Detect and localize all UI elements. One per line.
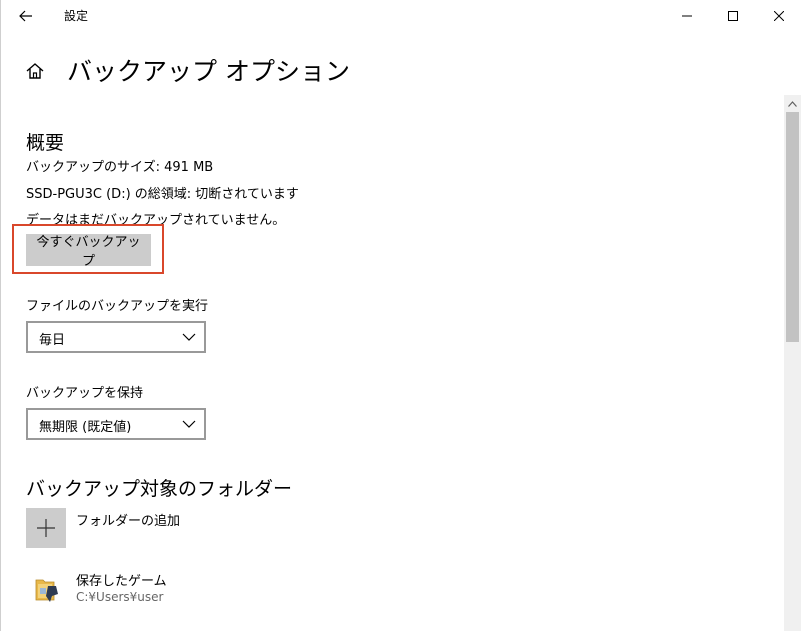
add-folder-button[interactable] <box>26 508 66 548</box>
folders-heading: バックアップ対象のフォルダー <box>26 478 293 500</box>
page-title: バックアップ オプション <box>67 57 350 86</box>
chevron-up-icon <box>788 100 797 107</box>
backup-size-text: バックアップのサイズ: 491 MB <box>26 160 214 175</box>
retention-dropdown[interactable]: 無期限 (既定値) <box>26 408 206 440</box>
chevron-down-icon <box>182 420 196 428</box>
saved-games-folder-icon[interactable] <box>34 574 60 604</box>
close-icon <box>774 11 784 21</box>
title-bar: 設定 <box>1 0 801 32</box>
back-button[interactable] <box>9 2 43 30</box>
minimize-icon <box>682 15 692 17</box>
settings-window: 設定 バックアップ オプション 概要 バックアップのサイズ: 491 MB SS… <box>0 0 801 631</box>
plus-icon <box>37 519 55 537</box>
retention-label: バックアップを保持 <box>26 386 144 401</box>
vertical-scrollbar[interactable] <box>784 95 801 631</box>
close-button[interactable] <box>756 0 801 32</box>
home-icon[interactable] <box>25 61 45 81</box>
frequency-selected-value: 毎日 <box>39 333 66 348</box>
retention-selected-value: 無期限 (既定値) <box>39 420 132 435</box>
scroll-up-button[interactable] <box>784 95 801 112</box>
add-folder-label[interactable]: フォルダーの追加 <box>76 510 180 529</box>
frequency-dropdown[interactable]: 毎日 <box>26 321 206 353</box>
folder-item-path: C:¥Users¥user <box>76 590 164 604</box>
scroll-thumb[interactable] <box>786 112 799 342</box>
folder-item-name[interactable]: 保存したゲーム <box>76 570 167 589</box>
window-title: 設定 <box>64 9 89 23</box>
maximize-icon <box>728 11 738 21</box>
backup-now-button[interactable]: 今すぐバックアップ <box>26 234 151 269</box>
chevron-down-icon <box>182 333 196 341</box>
overview-heading: 概要 <box>26 132 65 154</box>
back-arrow-icon <box>19 10 32 22</box>
frequency-label: ファイルのバックアップを実行 <box>26 299 209 314</box>
minimize-button[interactable] <box>664 0 710 32</box>
maximize-button[interactable] <box>710 0 756 32</box>
total-space-text: SSD-PGU3C (D:) の総領域: 切断されています <box>26 187 299 202</box>
page-header: バックアップ オプション <box>1 48 781 92</box>
